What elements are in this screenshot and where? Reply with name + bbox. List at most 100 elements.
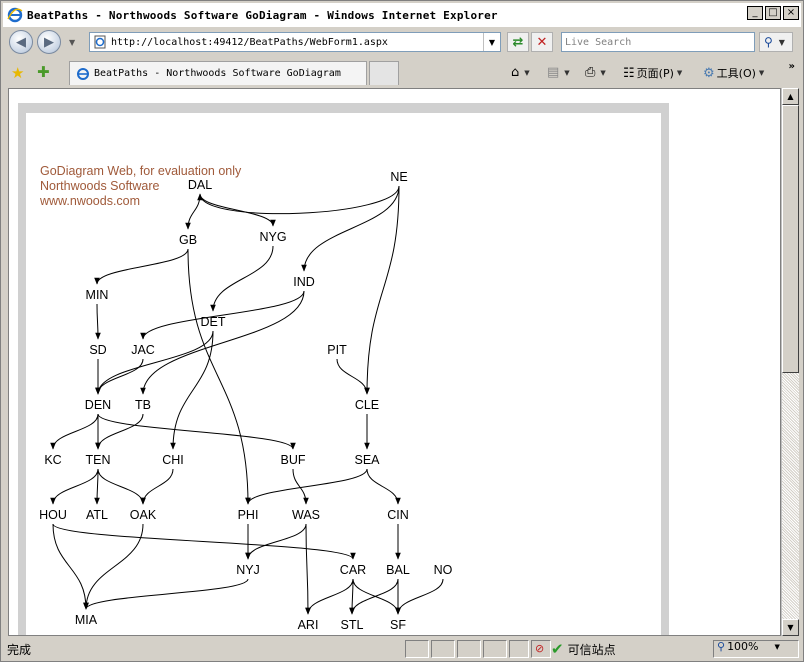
node-pit[interactable]: PIT xyxy=(327,343,347,357)
node-tb[interactable]: TB xyxy=(135,398,151,412)
popup-blocked-segment[interactable]: ⊘ xyxy=(531,640,551,658)
toolbar-overflow-icon[interactable]: » xyxy=(789,61,795,72)
edge-was-ari xyxy=(305,523,311,615)
close-button[interactable]: × xyxy=(783,6,799,20)
rss-feed-icon: ▤ xyxy=(547,65,560,80)
edge-sea-cin xyxy=(366,468,401,505)
page-menu-icon: ☷ xyxy=(623,65,635,81)
node-car[interactable]: CAR xyxy=(340,563,366,577)
add-favorites-icon[interactable]: ✚ xyxy=(37,63,50,81)
node-ne[interactable]: NE xyxy=(390,170,407,184)
edge-bal-stl xyxy=(349,578,399,615)
address-dropdown-icon[interactable]: ▼ xyxy=(483,33,500,51)
node-ari[interactable]: ARI xyxy=(298,618,319,632)
home-icon: ⌂ xyxy=(511,65,520,80)
node-cle[interactable]: CLE xyxy=(355,398,379,412)
tools-menu-button[interactable]: ⚙ 工具(O) ▼ xyxy=(703,65,764,81)
watermark-line: www.nwoods.com xyxy=(40,194,141,208)
node-sf[interactable]: SF xyxy=(390,618,406,632)
security-zone[interactable]: ✔ 可信站点 xyxy=(551,640,616,658)
scroll-up-button[interactable]: ▲ xyxy=(782,88,799,105)
status-segment xyxy=(431,640,455,658)
node-nyg[interactable]: NYG xyxy=(259,230,286,244)
edge-buf-was xyxy=(292,468,309,505)
minimize-button[interactable]: _ xyxy=(747,6,763,20)
node-atl[interactable]: ATL xyxy=(86,508,108,522)
address-bar[interactable]: http://localhost:49412/BeatPaths/WebForm… xyxy=(89,32,501,52)
node-sea[interactable]: SEA xyxy=(354,453,380,467)
node-phi[interactable]: PHI xyxy=(238,508,259,522)
edge-sea-phi xyxy=(245,468,368,505)
edge-was-nyj xyxy=(245,523,307,560)
edge-ne-cle xyxy=(364,185,400,395)
forward-arrow-icon: ▶ xyxy=(44,34,54,50)
forward-button[interactable]: ▶ xyxy=(37,30,61,54)
edge-gb-min xyxy=(94,248,189,285)
edge-hou-mia xyxy=(52,523,89,610)
status-bar: 完成 ⊘ ✔ 可信站点 ⚲ 100% ▼ xyxy=(3,638,801,660)
new-tab-button[interactable] xyxy=(369,61,399,85)
search-input[interactable]: Live Search xyxy=(561,32,755,52)
node-chi[interactable]: CHI xyxy=(162,453,184,467)
node-hou[interactable]: HOU xyxy=(39,508,67,522)
node-cin[interactable]: CIN xyxy=(387,508,409,522)
scroll-down-button[interactable]: ▼ xyxy=(782,619,799,636)
status-segment xyxy=(405,640,429,658)
node-was[interactable]: WAS xyxy=(292,508,320,522)
page-menu-button[interactable]: ☷ 页面(P) ▼ xyxy=(623,65,682,81)
url-text[interactable]: http://localhost:49412/BeatPaths/WebForm… xyxy=(111,37,388,48)
home-button[interactable]: ⌂ ▼ xyxy=(511,65,530,80)
edge-den-buf xyxy=(97,413,296,450)
maximize-button[interactable]: □ xyxy=(765,6,781,20)
window-title: BeatPaths - Northwoods Software GoDiagra… xyxy=(27,8,498,22)
back-arrow-icon: ◀ xyxy=(16,34,26,50)
node-sd[interactable]: SD xyxy=(89,343,106,357)
watermark-line: GoDiagram Web, for evaluation only xyxy=(40,164,242,178)
node-stl[interactable]: STL xyxy=(341,618,364,632)
node-jac[interactable]: JAC xyxy=(131,343,155,357)
zoom-dropdown-icon[interactable]: ▼ xyxy=(775,643,780,651)
zoom-control[interactable]: ⚲ 100% ▼ xyxy=(717,640,780,653)
history-dropdown-icon[interactable]: ▼ xyxy=(69,38,75,47)
back-button[interactable]: ◀ xyxy=(9,30,33,54)
node-gb[interactable]: GB xyxy=(179,233,197,247)
edge-no-sf xyxy=(395,578,444,615)
search-button[interactable]: ⚲ ▼ xyxy=(759,32,793,52)
node-mia[interactable]: MIA xyxy=(75,613,98,627)
edge-ne-ind xyxy=(301,185,400,272)
title-bar: BeatPaths - Northwoods Software GoDiagra… xyxy=(3,3,801,27)
node-no[interactable]: NO xyxy=(434,563,453,577)
node-buf[interactable]: BUF xyxy=(281,453,306,467)
print-button[interactable]: ⎙ ▼ xyxy=(585,65,606,80)
refresh-icon: ⇄ xyxy=(512,34,524,50)
node-ten[interactable]: TEN xyxy=(86,453,111,467)
node-ind[interactable]: IND xyxy=(293,275,315,289)
status-segment xyxy=(483,640,507,658)
refresh-button[interactable]: ⇄ xyxy=(507,32,529,52)
scroll-thumb[interactable] xyxy=(782,105,799,373)
node-nyj[interactable]: NYJ xyxy=(236,563,260,577)
node-det[interactable]: DET xyxy=(201,315,226,329)
node-min[interactable]: MIN xyxy=(86,288,109,302)
tools-menu-label: 工具(O) xyxy=(716,67,756,80)
printer-icon: ⎙ xyxy=(585,65,596,80)
tab-beatpaths[interactable]: BeatPaths - Northwoods Software GoDiagra… xyxy=(69,61,367,85)
edge-ten-oak xyxy=(97,468,146,505)
feeds-button[interactable]: ▤ ▼ xyxy=(547,65,570,80)
edge-min-sd xyxy=(95,303,101,340)
ie-logo-icon xyxy=(7,7,23,23)
blocked-icon: ⊘ xyxy=(535,642,545,655)
scroll-track[interactable] xyxy=(782,373,799,619)
edge-ten-atl xyxy=(94,468,100,505)
node-kc[interactable]: KC xyxy=(44,453,61,467)
edge-ind-tb xyxy=(140,290,305,395)
node-bal[interactable]: BAL xyxy=(386,563,410,577)
vertical-scrollbar[interactable]: ▲ ▼ xyxy=(781,88,799,636)
node-oak[interactable]: OAK xyxy=(130,508,157,522)
search-dropdown-icon[interactable]: ▼ xyxy=(779,38,785,47)
star-icon[interactable]: ★ xyxy=(11,64,24,82)
edge-jac-den xyxy=(95,358,144,395)
status-segment xyxy=(509,640,529,658)
stop-button[interactable]: ✕ xyxy=(531,32,553,52)
node-den[interactable]: DEN xyxy=(85,398,111,412)
